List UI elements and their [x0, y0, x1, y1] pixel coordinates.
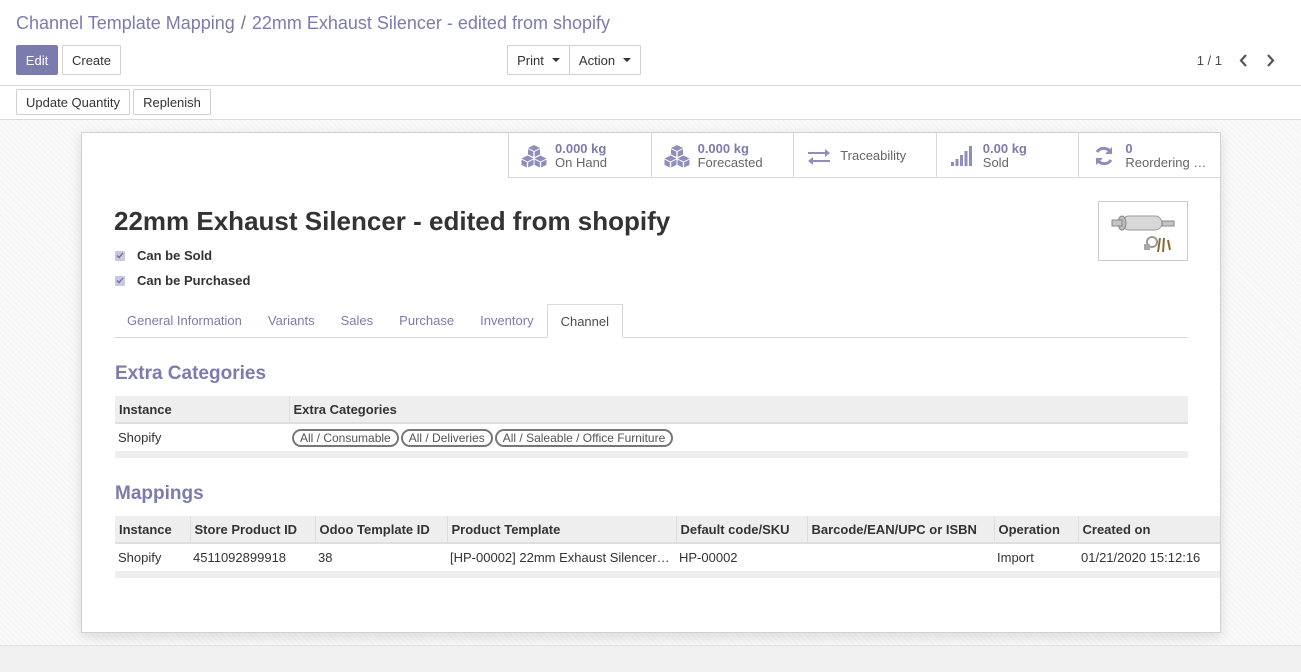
extra-categories-table: Instance Extra Categories Shopify All / …: [115, 396, 1188, 458]
sold-label: Sold: [982, 155, 1009, 170]
category-tag: All / Deliveries: [400, 428, 493, 447]
tab-inventory[interactable]: Inventory: [467, 304, 546, 337]
column-header-barcode[interactable]: Barcode/EAN/UPC or ISBN: [806, 516, 994, 544]
caret-down-icon: [551, 58, 560, 62]
can-be-sold-row: Can be Sold: [115, 248, 212, 263]
tab-channel[interactable]: Channel: [546, 304, 624, 338]
column-header-instance[interactable]: Instance: [115, 516, 190, 544]
cell-extra-categories: All / Consumable All / Deliveries All / Sa…: [289, 423, 1188, 451]
signal-icon: [949, 143, 975, 169]
can-be-purchased-label: Can be Purchased: [137, 273, 251, 288]
mappings-title: Mappings: [115, 483, 204, 504]
table-footer: [115, 571, 1220, 578]
product-image[interactable]: [1098, 201, 1188, 261]
print-dropdown[interactable]: Print: [507, 45, 570, 75]
exchange-icon: [806, 143, 832, 169]
breadcrumb-current: 22mm Exhaust Silencer - edited from shop…: [251, 13, 610, 33]
forecasted-value: 0.000 kg: [697, 140, 749, 156]
cell-instance: Shopify: [118, 430, 162, 445]
bottom-bar: [0, 645, 1301, 672]
on-hand-label: On Hand: [555, 155, 608, 170]
chevron-right-icon[interactable]: [1262, 50, 1278, 70]
tab-purchase[interactable]: Purchase: [386, 304, 467, 337]
notebook-tabs: General Information Variants Sales Purch…: [114, 304, 1188, 338]
refresh-icon: [1091, 143, 1117, 169]
control-panel: Channel Template Mapping / 22mm Exhaust …: [0, 0, 1301, 86]
extra-categories-title: Extra Categories: [115, 363, 267, 384]
column-header-extra-categories[interactable]: Extra Categories: [288, 396, 1188, 424]
can-be-sold-label: Can be Sold: [137, 248, 213, 263]
cubes-icon: [664, 143, 690, 169]
traceability-label: Traceability: [840, 147, 907, 163]
breadcrumb: Channel Template Mapping / 22mm Exhaust …: [16, 13, 610, 34]
forecasted-button[interactable]: 0.000 kg Forecasted: [650, 133, 794, 178]
forecasted-label: Forecasted: [697, 155, 763, 170]
traceability-button[interactable]: Traceability: [793, 133, 936, 178]
on-hand-value: 0.000 kg: [555, 140, 607, 156]
mappings-table: Instance Store Product ID Odoo Template …: [115, 516, 1220, 578]
column-header-store-product-id[interactable]: Store Product ID: [189, 516, 315, 544]
sold-button[interactable]: 0.00 kg Sold: [935, 133, 1079, 178]
smart-buttons: 0.000 kg On Hand 0.000 kg Forecasted Tra…: [508, 133, 1220, 178]
can-be-sold-checkbox[interactable]: [115, 250, 125, 261]
breadcrumb-parent[interactable]: Channel Template Mapping: [16, 13, 235, 34]
form-sheet: 0.000 kg On Hand 0.000 kg Forecasted Tra…: [81, 132, 1221, 633]
action-label: Action: [578, 52, 616, 68]
cell-created-on: 01/21/2020 15:12:16: [1081, 550, 1201, 565]
column-header-product-template[interactable]: Product Template: [446, 516, 676, 544]
print-label: Print: [517, 52, 544, 68]
reordering-label: Reordering Rules: [1125, 155, 1215, 170]
reordering-value: 0: [1125, 140, 1133, 156]
table-footer: [115, 451, 1188, 458]
create-button[interactable]: Create: [62, 45, 121, 75]
edit-button[interactable]: Edit: [16, 45, 58, 75]
tab-sales[interactable]: Sales: [328, 304, 387, 337]
chevron-left-icon[interactable]: [1235, 50, 1251, 70]
reordering-rules-button[interactable]: 0 Reordering Rules: [1078, 133, 1220, 178]
update-quantity-button[interactable]: Update Quantity: [16, 89, 130, 115]
column-header-created-on[interactable]: Created on: [1077, 516, 1220, 544]
table-row[interactable]: Shopify 4511092899918 38 [HP-00002] 22mm…: [115, 543, 1220, 571]
category-tag: All / Consumable: [292, 428, 399, 447]
cell-instance: Shopify: [118, 550, 162, 565]
sold-value: 0.00 kg: [982, 140, 1027, 156]
on-hand-button[interactable]: 0.000 kg On Hand: [508, 133, 651, 178]
action-dropdown[interactable]: Action: [569, 45, 641, 75]
tab-variants[interactable]: Variants: [255, 304, 328, 337]
cell-operation: Import: [997, 550, 1034, 565]
category-tag: All / Saleable / Office Furniture: [494, 428, 674, 447]
column-header-operation[interactable]: Operation: [993, 516, 1078, 544]
can-be-purchased-checkbox[interactable]: [115, 275, 125, 286]
can-be-purchased-row: Can be Purchased: [115, 273, 250, 288]
column-header-default-code[interactable]: Default code/SKU: [675, 516, 807, 544]
cubes-icon: [521, 143, 547, 169]
cell-odoo-template-id: 38: [318, 550, 333, 565]
tab-general-information[interactable]: General Information: [114, 304, 255, 337]
cell-store-product-id: 4511092899918: [193, 550, 287, 565]
replenish-button[interactable]: Replenish: [133, 89, 211, 115]
column-header-instance[interactable]: Instance: [115, 396, 289, 424]
cell-barcode: [807, 543, 994, 571]
table-row[interactable]: Shopify All / Consumable All / Deliveries…: [115, 423, 1188, 451]
caret-down-icon: [623, 58, 632, 62]
breadcrumb-separator: /: [240, 13, 246, 33]
cell-product-template: [HP-00002] 22mm Exhaust Silencer - edite…: [450, 550, 676, 565]
pager-value: 1 / 1: [1196, 53, 1222, 68]
status-bar: Update Quantity Replenish: [0, 86, 1301, 120]
product-title: 22mm Exhaust Silencer - edited from shop…: [114, 206, 671, 236]
column-header-odoo-template-id[interactable]: Odoo Template ID: [314, 516, 447, 544]
cell-default-code: HP-00002: [679, 550, 738, 565]
silencer-image-icon: [1111, 215, 1175, 253]
